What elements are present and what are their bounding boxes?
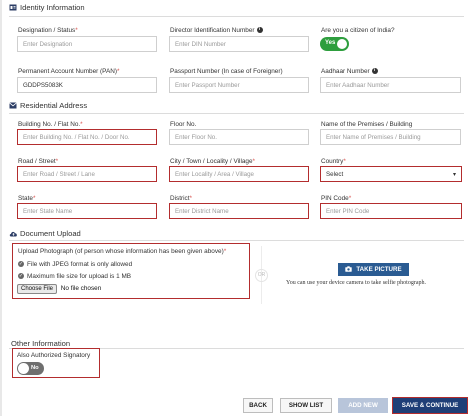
- residential-section-title: Residential Address: [20, 101, 88, 110]
- check-circle-icon: ✓: [18, 273, 24, 280]
- signatory-label: Also Authorized Signatory: [17, 352, 91, 359]
- check-circle-icon: ✓: [18, 261, 24, 268]
- info-icon[interactable]: i: [256, 27, 263, 34]
- building-label: Building No. / Flat No.*: [18, 121, 83, 128]
- cloud-upload-icon: [9, 230, 17, 237]
- floor-label: Floor No.: [170, 121, 197, 128]
- toggle-knob: [18, 363, 29, 374]
- pin-input[interactable]: Enter PIN Code: [320, 203, 462, 219]
- road-input[interactable]: Enter Road / Street / Lane: [17, 166, 157, 182]
- designation-label: Designation / Status*: [18, 27, 78, 34]
- residential-divider: [9, 113, 464, 114]
- identity-section-title: Identity Information: [20, 3, 85, 12]
- toggle-knob: [337, 39, 347, 49]
- road-label: Road / Street*: [18, 158, 59, 165]
- city-label: City / Town / Locality / Village*: [170, 158, 256, 165]
- jpeg-note: ✓ File with JPEG format is only allowed: [18, 261, 133, 268]
- state-input[interactable]: Enter State Name: [17, 203, 157, 219]
- premises-label: Name of the Premises / Building: [321, 121, 413, 128]
- din-input[interactable]: Enter DIN Number: [169, 36, 309, 52]
- signatory-toggle[interactable]: No: [17, 362, 44, 375]
- left-border: [0, 0, 2, 416]
- authorized-signatory-panel: Also Authorized Signatory No: [12, 348, 100, 378]
- district-input[interactable]: Enter District Name: [169, 203, 309, 219]
- upload-photo-panel: Upload Photograph (of person whose infor…: [12, 243, 250, 299]
- save-continue-button[interactable]: SAVE & CONTINUE: [392, 397, 468, 414]
- passport-input[interactable]: Enter Passport Number: [169, 77, 309, 93]
- designation-input[interactable]: Enter Designation: [17, 36, 157, 52]
- document-section-title: Document Upload: [20, 229, 81, 238]
- show-list-button[interactable]: SHOW LIST: [280, 398, 332, 413]
- chevron-down-icon: ▾: [452, 171, 456, 178]
- back-button[interactable]: BACK: [243, 398, 273, 413]
- premises-input[interactable]: Enter Name of Premises / Building: [320, 129, 461, 145]
- file-picker: Choose File No file chosen: [17, 284, 101, 294]
- country-label: Country*: [321, 158, 346, 165]
- din-label: Director Identification Number i: [170, 27, 263, 34]
- upload-label: Upload Photograph (of person whose infor…: [18, 248, 227, 255]
- size-note: ✓ Maximum file size for upload is 1 MB: [18, 273, 132, 280]
- residential-section-header: Residential Address: [9, 101, 87, 110]
- citizen-toggle[interactable]: Yes: [320, 37, 349, 51]
- document-divider: [9, 240, 464, 241]
- other-section-title: Other Information: [11, 339, 71, 348]
- district-label: District*: [170, 195, 193, 202]
- identity-section-header: Identity Information: [9, 3, 85, 12]
- choose-file-button[interactable]: Choose File: [17, 284, 58, 294]
- no-file-text: No file chosen: [60, 285, 102, 292]
- pan-input[interactable]: GDDPS5083K: [17, 77, 157, 93]
- document-section-header: Document Upload: [9, 229, 81, 238]
- info-icon[interactable]: i: [371, 68, 378, 75]
- or-badge: OR: [255, 269, 268, 282]
- citizen-label: Are you a citizen of India?: [321, 27, 395, 34]
- aadhaar-label: Aadhaar Number i: [321, 68, 378, 75]
- pan-label: Permanent Account Number (PAN)*: [18, 68, 120, 75]
- id-card-icon: [9, 4, 17, 11]
- envelope-icon: [9, 102, 17, 109]
- state-label: State*: [18, 195, 36, 202]
- aadhaar-input[interactable]: Enter Aadhaar Number: [320, 77, 461, 93]
- camera-icon: [345, 265, 353, 274]
- city-input[interactable]: Enter Locality / Area / Village: [169, 166, 309, 182]
- identity-divider: [9, 16, 464, 17]
- pin-label: PIN Code*: [321, 195, 352, 202]
- take-picture-button[interactable]: TAKE PICTURE: [338, 263, 409, 276]
- floor-input[interactable]: Enter Floor No.: [169, 129, 309, 145]
- add-new-button[interactable]: ADD NEW: [338, 398, 388, 413]
- passport-label: Passport Number (In case of Foreigner): [170, 68, 283, 75]
- building-input[interactable]: Enter Building No. / Flat No. / Door No.: [17, 129, 157, 145]
- camera-note: You can use your device camera to take s…: [286, 280, 427, 286]
- country-select[interactable]: Select ▾: [320, 166, 462, 182]
